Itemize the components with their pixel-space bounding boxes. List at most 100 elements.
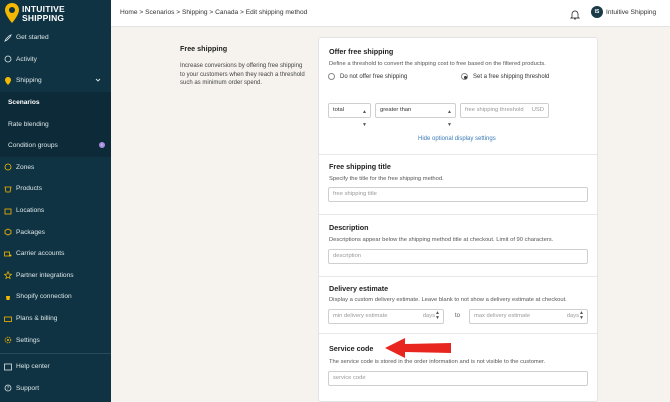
section-description: Display a custom delivery estimate. Leav… — [329, 297, 567, 303]
currency-unit: USD — [531, 107, 544, 113]
sidebar-item-packages[interactable]: Packages — [0, 221, 111, 243]
total-select[interactable]: total ▲ ▼ — [328, 103, 371, 128]
service-code-section: Service code The service code is stored … — [319, 334, 597, 394]
sidebar: INTUITIVE SHIPPING Get started Activity … — [0, 0, 111, 402]
select-arrows-icon: ▲ ▼ — [362, 109, 367, 128]
sidebar-item-label: Carrier accounts — [16, 250, 65, 258]
select-value: greater than — [380, 107, 412, 113]
brand-logo[interactable]: INTUITIVE SHIPPING — [5, 3, 105, 25]
sidebar-item-label: Shipping — [16, 77, 42, 85]
sidebar-item-label: Condition groups — [8, 142, 58, 150]
sidebar-item-label: Plans & billing — [16, 315, 58, 323]
shop-name[interactable]: Intuitive Shipping — [606, 9, 656, 16]
sidebar-item-label: Locations — [16, 207, 45, 215]
section-description: Define a threshold to convert the shippi… — [329, 61, 546, 67]
section-description: Descriptions appear below the shipping m… — [329, 237, 554, 243]
radio-no-free-shipping[interactable]: Do not offer free shipping — [328, 73, 407, 80]
radio-circle[interactable] — [461, 73, 468, 80]
sidebar-item-partner-integrations[interactable]: Partner integrations — [0, 265, 111, 287]
support-icon: ? — [4, 384, 12, 392]
chevron-down-icon[interactable] — [95, 77, 101, 85]
min-delivery-input[interactable]: min delivery estimate days ▲ ▼ — [328, 309, 444, 324]
sidebar-divider — [0, 352, 111, 354]
sidebar-item-label: Support — [16, 384, 40, 392]
sidebar-item-carrier-accounts[interactable]: Carrier accounts — [0, 243, 111, 265]
days-unit: days — [566, 313, 579, 319]
stepper-arrows-icon[interactable]: ▲ ▼ — [435, 311, 440, 321]
section-title: Free shipping title — [329, 162, 391, 171]
section-title: Description — [329, 223, 369, 232]
sidebar-item-label: Products — [16, 185, 43, 193]
radio-label: Set a free shipping threshold — [473, 73, 550, 80]
intro-title: Free shipping — [180, 44, 228, 53]
sidebar-item-rate-blending[interactable]: Rate blending — [0, 113, 111, 135]
sidebar-item-products[interactable]: Products — [0, 178, 111, 200]
rocket-icon — [4, 33, 12, 42]
breadcrumb[interactable]: Home > Scenarios > Shipping > Canada > E… — [120, 9, 307, 16]
carrier-icon — [4, 250, 12, 258]
billing-icon — [4, 315, 12, 323]
select-value: total — [333, 107, 344, 113]
comparison-select[interactable]: greater than ▲ ▼ — [375, 103, 456, 128]
threshold-input[interactable]: free shipping threshold USD — [460, 103, 549, 118]
sidebar-item-settings[interactable]: Settings — [0, 329, 111, 351]
sidebar-item-activity[interactable]: Activity — [0, 49, 111, 71]
intro-text: Increase conversions by offering free sh… — [180, 63, 305, 86]
intro-panel: Free shipping Increase conversions by of… — [180, 44, 305, 88]
section-title: Service code — [329, 344, 374, 353]
sidebar-item-zones[interactable]: Zones — [0, 157, 111, 179]
description-section: Description Descriptions appear below th… — [319, 215, 597, 277]
radio-label: Do not offer free shipping — [340, 73, 408, 80]
top-bar: Home > Scenarios > Shipping > Canada > E… — [111, 0, 670, 27]
service-code-input[interactable]: service code — [328, 371, 588, 386]
sidebar-item-shipping[interactable]: Shipping — [0, 70, 111, 92]
sidebar-item-label: Settings — [16, 336, 40, 344]
free-shipping-title-section: Free shipping title Specify the title fo… — [319, 155, 597, 215]
stepper-arrows-icon[interactable]: ▲ ▼ — [579, 311, 584, 321]
range-separator: to — [455, 313, 461, 319]
section-title: Delivery estimate — [329, 284, 389, 293]
input-placeholder: min delivery estimate — [333, 313, 388, 319]
sidebar-item-scenarios[interactable]: Scenarios — [0, 91, 111, 114]
sidebar-item-support[interactable]: ? Support — [0, 378, 111, 400]
sidebar-item-label: Activity — [16, 55, 37, 63]
sidebar-item-label: Partner integrations — [16, 271, 74, 279]
sidebar-item-condition-groups[interactable]: Condition groups i — [0, 134, 111, 157]
logo-pin-icon — [5, 3, 19, 23]
radio-circle[interactable] — [328, 73, 335, 80]
sidebar-item-label: Shopify connection — [16, 293, 72, 301]
avatar[interactable]: IS — [591, 6, 603, 18]
zones-icon — [4, 163, 12, 171]
sidebar-item-label: Rate blending — [8, 120, 49, 128]
offer-free-shipping-section: Offer free shipping Define a threshold t… — [319, 38, 597, 155]
red-arrow-annotation — [385, 338, 451, 358]
activity-icon — [4, 55, 12, 63]
sidebar-item-label: Packages — [16, 228, 45, 236]
sidebar-item-shopify-connection[interactable]: Shopify connection — [0, 286, 111, 308]
bell-icon[interactable] — [569, 7, 581, 25]
sidebar-item-label: Zones — [16, 163, 35, 171]
shipping-icon — [4, 76, 12, 85]
free-shipping-title-input[interactable]: free shipping title — [328, 187, 588, 202]
shopify-icon — [4, 293, 12, 301]
select-arrows-icon: ▲ ▼ — [447, 109, 452, 128]
max-delivery-input[interactable]: max delivery estimate days ▲ ▼ — [469, 309, 588, 324]
sidebar-item-plans-billing[interactable]: Plans & billing — [0, 308, 111, 330]
sidebar-item-label: Scenarios — [8, 99, 40, 107]
sidebar-item-locations[interactable]: Locations — [0, 200, 111, 222]
locations-icon — [4, 207, 12, 215]
products-icon — [4, 185, 12, 193]
input-placeholder: free shipping threshold — [465, 107, 524, 113]
help-icon — [4, 363, 12, 371]
packages-icon — [4, 228, 12, 236]
sidebar-item-label: Help center — [16, 363, 50, 371]
hide-optional-settings-link[interactable]: Hide optional display settings — [418, 136, 496, 142]
sidebar-item-help-center[interactable]: Help center — [0, 356, 111, 378]
section-description: Specify the title for the free shipping … — [329, 176, 444, 182]
sidebar-item-get-started[interactable]: Get started — [0, 27, 111, 49]
partner-icon — [4, 271, 12, 280]
radio-set-threshold[interactable]: Set a free shipping threshold — [461, 73, 549, 80]
info-badge: i — [99, 141, 105, 148]
description-input[interactable]: description — [328, 249, 588, 264]
delivery-estimate-section: Delivery estimate Display a custom deliv… — [319, 277, 597, 334]
